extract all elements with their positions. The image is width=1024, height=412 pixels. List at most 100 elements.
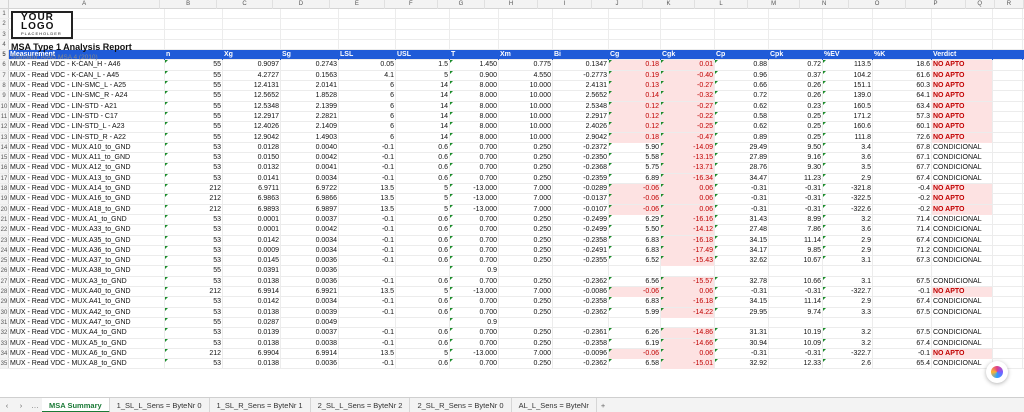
cell[interactable] [223, 29, 281, 40]
column-title[interactable]: Sg [281, 50, 339, 61]
cell[interactable]: -0.0137 [553, 194, 609, 205]
cell[interactable]: 139.0 [823, 91, 873, 102]
cell[interactable]: MUX - Read VDC - MUX.A3_to_GND [9, 276, 165, 287]
cell[interactable] [661, 19, 715, 30]
cell[interactable]: 10.000 [499, 101, 553, 112]
cell[interactable]: 34.17 [715, 245, 769, 256]
cell[interactable]: 0.0037 [281, 328, 339, 339]
row-number[interactable]: 33 [0, 338, 9, 348]
cell[interactable]: 6 [339, 122, 396, 133]
cell[interactable]: 6.9904 [223, 348, 281, 359]
cell[interactable]: -322.7 [823, 348, 873, 359]
cell[interactable]: -0.06 [609, 287, 661, 298]
cell[interactable]: 0.700 [450, 153, 499, 164]
cell[interactable] [932, 19, 993, 30]
cell[interactable]: 6 [339, 111, 396, 122]
cell[interactable]: 32.78 [715, 276, 769, 287]
cell[interactable]: 67.7 [873, 163, 932, 174]
cell[interactable] [396, 19, 450, 30]
cell[interactable] [339, 39, 396, 50]
cell[interactable]: 0.250 [499, 256, 553, 267]
column-header-F[interactable]: F [385, 0, 438, 9]
cell[interactable]: 10.19 [769, 328, 823, 339]
cell[interactable]: 0.62 [715, 101, 769, 112]
cell[interactable]: 12.9042 [223, 132, 281, 143]
cell[interactable] [993, 276, 1023, 287]
cell[interactable]: 3.6 [823, 153, 873, 164]
cell[interactable]: -0.31 [715, 204, 769, 215]
cell[interactable]: 32.62 [715, 256, 769, 267]
cell[interactable]: 13.5 [339, 184, 396, 195]
cell[interactable]: 53 [165, 163, 223, 174]
cell[interactable] [553, 317, 609, 328]
cell[interactable]: MUX - Read VDC - MUX.A41_to_GND [9, 297, 165, 308]
verdict-cell[interactable]: NO APTO [932, 70, 993, 81]
cell[interactable]: -0.31 [769, 194, 823, 205]
row-number[interactable]: 30 [0, 307, 9, 317]
cell[interactable]: 212 [165, 194, 223, 205]
cell[interactable]: 6 [339, 81, 396, 92]
cell[interactable]: 5.50 [609, 225, 661, 236]
cell[interactable]: 31.31 [715, 328, 769, 339]
cell[interactable]: -0.47 [661, 132, 715, 143]
cell[interactable]: 12.33 [769, 359, 823, 370]
verdict-cell[interactable]: CONDICIONAL [932, 214, 993, 225]
cell[interactable]: MUX - Read VDC - LIN-STD_L - A23 [9, 122, 165, 133]
cell[interactable]: 3.5 [823, 163, 873, 174]
cell[interactable]: 0.700 [450, 307, 499, 318]
row-number[interactable]: 29 [0, 297, 9, 307]
cell[interactable] [993, 338, 1023, 349]
cell[interactable] [993, 184, 1023, 195]
cell[interactable]: 0.6 [396, 163, 450, 174]
cell[interactable]: 0.775 [499, 60, 553, 71]
verdict-cell[interactable]: NO APTO [932, 60, 993, 71]
cell[interactable]: 0.26 [769, 91, 823, 102]
cell[interactable]: 3.2 [823, 338, 873, 349]
cell[interactable] [993, 173, 1023, 184]
cell[interactable]: -0.2 [873, 204, 932, 215]
cell[interactable]: 12.4131 [223, 81, 281, 92]
cell[interactable]: 13.5 [339, 287, 396, 298]
cell[interactable]: 13.5 [339, 204, 396, 215]
cell[interactable]: 0.250 [499, 225, 553, 236]
cell[interactable]: -322.7 [823, 287, 873, 298]
sheet-tab[interactable]: 1_SL_R_Sens = ByteNr 1 [210, 397, 311, 412]
cell[interactable]: 12.5652 [223, 91, 281, 102]
cell[interactable]: 0.0036 [281, 256, 339, 267]
cell[interactable]: 2.9042 [553, 132, 609, 143]
cell[interactable] [932, 39, 993, 50]
cell[interactable]: 53 [165, 338, 223, 349]
cell[interactable]: 0.2743 [281, 60, 339, 71]
cell[interactable]: -0.2491 [553, 245, 609, 256]
cell[interactable]: -322.6 [823, 204, 873, 215]
cell[interactable] [339, 19, 396, 30]
cell[interactable]: 0.06 [661, 194, 715, 205]
cell[interactable] [873, 19, 932, 30]
cell[interactable]: 53 [165, 142, 223, 153]
cell[interactable]: 3.2 [823, 214, 873, 225]
cell[interactable]: 0.96 [715, 70, 769, 81]
cell[interactable]: 7.000 [499, 287, 553, 298]
row-number[interactable]: 2 [0, 19, 9, 29]
cell[interactable]: -0.1 [339, 235, 396, 246]
cell[interactable]: 0.6 [396, 245, 450, 256]
cell[interactable]: 3.1 [823, 256, 873, 267]
cell[interactable]: 10.000 [499, 91, 553, 102]
cell[interactable]: 0.66 [715, 81, 769, 92]
cell[interactable] [769, 9, 823, 19]
verdict-cell[interactable]: NO APTO [932, 132, 993, 143]
cell[interactable]: 0.0391 [223, 266, 281, 277]
cell[interactable]: 0.6 [396, 153, 450, 164]
sheet-grid[interactable]: 1 2 3 4 5 Measurement n Xg Sg LSL USL T Xm Bi Cg Cgk Cp C… [0, 9, 1024, 397]
cell[interactable]: MUX - Read VDC - MUX.A10_to_GND [9, 142, 165, 153]
column-title[interactable]: Xm [499, 50, 553, 61]
cell[interactable]: -0.1 [339, 328, 396, 339]
cell[interactable]: 53 [165, 297, 223, 308]
cell[interactable] [993, 287, 1023, 298]
cell[interactable]: 12.4026 [223, 122, 281, 133]
cell[interactable]: 6.9914 [281, 348, 339, 359]
cell[interactable] [769, 19, 823, 30]
cell[interactable]: -0.1 [873, 348, 932, 359]
cell[interactable]: 212 [165, 287, 223, 298]
cell[interactable]: -0.31 [715, 184, 769, 195]
